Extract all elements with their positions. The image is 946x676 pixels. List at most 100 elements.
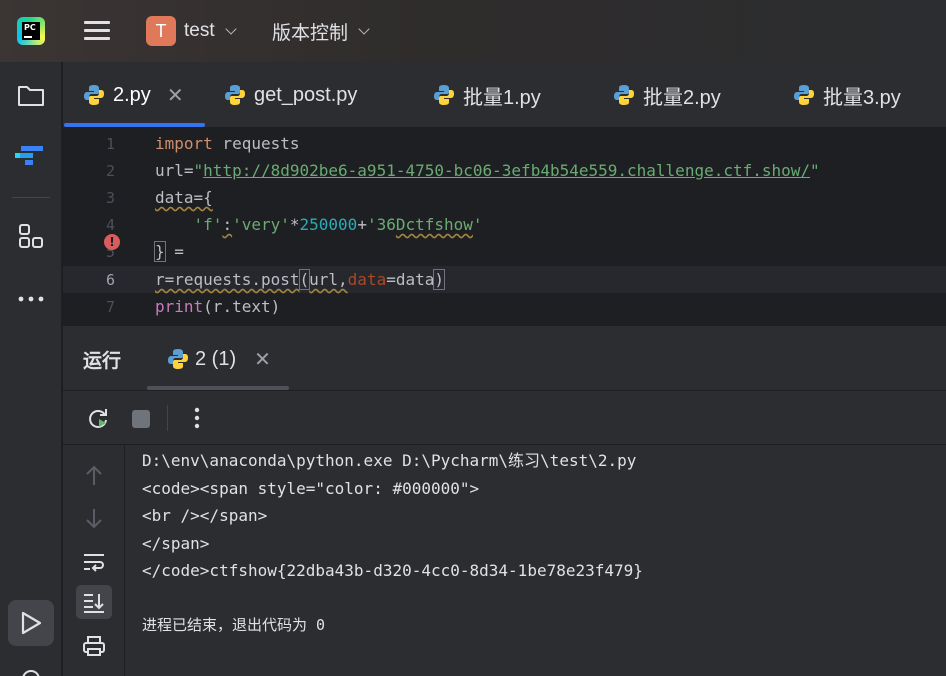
stop-button[interactable] xyxy=(129,407,153,431)
more-options-button[interactable] xyxy=(185,405,209,431)
console-line: <br /></span> xyxy=(142,506,268,525)
close-icon[interactable]: ✕ xyxy=(167,83,184,108)
grid-icon xyxy=(19,224,43,248)
tab-batch-3-py[interactable]: 批量3.py xyxy=(793,62,901,128)
plugins-tool-button[interactable] xyxy=(10,215,52,257)
jetbrains-tool-button[interactable] xyxy=(10,134,52,176)
main-menu-button[interactable] xyxy=(84,19,110,41)
line-number: 3 xyxy=(105,189,115,207)
code-line-1: import requests xyxy=(155,130,300,157)
project-selector[interactable]: T test xyxy=(146,16,237,46)
down-button[interactable] xyxy=(81,505,107,531)
more-tools-button[interactable] xyxy=(10,278,52,320)
tool-window-bar xyxy=(0,62,62,676)
active-tab-indicator xyxy=(64,123,205,127)
code-token: ' xyxy=(472,215,483,234)
code-token: url= xyxy=(155,161,194,180)
up-button[interactable] xyxy=(81,463,107,489)
down-arrow-icon xyxy=(86,509,102,529)
python-icon xyxy=(168,349,188,369)
tab-label: 批量3.py xyxy=(823,86,901,109)
tab-label: get_post.py xyxy=(254,83,358,106)
print-button[interactable] xyxy=(79,631,109,661)
line-number-current: 6 xyxy=(105,271,115,289)
more-vertical-icon xyxy=(194,407,200,429)
structure-icon xyxy=(15,146,43,165)
code-token: " xyxy=(193,161,204,180)
console-exit-line: 进程已结束，退出代码为 0 xyxy=(142,616,326,634)
code-token: r=requests.post xyxy=(155,270,300,289)
run-tool-button[interactable] xyxy=(8,600,54,646)
chevron-down-icon xyxy=(224,22,237,35)
code-token: } xyxy=(154,241,166,262)
close-icon[interactable]: ✕ xyxy=(254,347,271,372)
tab-get-post-py[interactable]: get_post.py xyxy=(224,62,357,128)
code-editor[interactable]: 1 2 3 4 5 6 7 import requests url="http:… xyxy=(63,128,946,325)
run-tab-label: 2 (1) xyxy=(195,347,237,370)
code-token: (r.text) xyxy=(203,297,281,316)
editor-tabs: 2.py ✕ get_post.py 批量1.py 批量2.py 批量3.py xyxy=(63,62,946,128)
up-arrow-icon xyxy=(86,465,102,485)
python-icon xyxy=(794,85,814,105)
tab-batch-1-py[interactable]: 批量1.py xyxy=(433,62,541,128)
code-token: print xyxy=(155,297,204,316)
code-line-2: url="http://8d902be6-a951-4750-bc06-3efb… xyxy=(155,157,820,184)
python-icon xyxy=(84,85,104,105)
scroll-to-end-icon xyxy=(84,594,104,613)
code-line-6: r=requests.post(url,data=data) xyxy=(155,266,445,293)
python-icon xyxy=(225,85,245,105)
code-line-3: data={ xyxy=(155,184,213,211)
line-number: 7 xyxy=(105,298,115,316)
code-token: url, xyxy=(309,270,348,289)
code-token: * xyxy=(289,215,300,234)
line-number: 2 xyxy=(105,162,115,180)
code-token: = xyxy=(164,242,184,261)
soft-wrap-button[interactable] xyxy=(79,547,109,577)
vcs-label: 版本控制 xyxy=(272,22,349,44)
code-token: 'f' xyxy=(193,215,223,234)
tab-label: 2.py xyxy=(113,83,151,106)
project-avatar: T xyxy=(146,16,176,46)
tab-2-py[interactable]: 2.py ✕ xyxy=(83,62,184,128)
line-number: 1 xyxy=(105,135,115,153)
stop-icon xyxy=(132,410,150,428)
code-line-5: } = xyxy=(154,238,184,265)
folder-icon xyxy=(18,86,44,106)
python-icon xyxy=(434,85,454,105)
rerun-icon xyxy=(89,409,107,428)
error-marker-icon[interactable]: ! xyxy=(104,234,120,250)
code-token: ( xyxy=(298,269,311,290)
code-token: import xyxy=(155,134,213,153)
pycharm-logo-icon[interactable]: PC xyxy=(17,17,45,45)
code-token: =data xyxy=(386,270,435,289)
code-token: data xyxy=(347,270,387,289)
toolbar-separator xyxy=(167,405,168,431)
line-number: 4 xyxy=(105,216,115,234)
run-tab[interactable]: 2 (1) ✕ xyxy=(167,326,271,392)
project-tool-button[interactable] xyxy=(10,74,52,116)
console-line: D:\env\anaconda\python.exe D:\Pycharm\练习… xyxy=(142,451,637,470)
code-line-7: print(r.text) xyxy=(155,293,280,320)
rerun-button[interactable] xyxy=(85,405,111,431)
code-token: ) xyxy=(433,269,445,290)
run-toolbar xyxy=(63,391,946,445)
terminal-icon[interactable] xyxy=(22,670,40,676)
code-url-link[interactable]: http://8d902be6-a951-4750-bc06-3efb4b54e… xyxy=(203,161,810,180)
code-token: 250000 xyxy=(299,215,358,234)
code-line-4: 'f':'very'*250000+'36Dctfshow' xyxy=(155,211,483,238)
code-token: '36 xyxy=(366,215,396,234)
scroll-to-end-button[interactable] xyxy=(76,585,112,619)
console-output[interactable]: D:\env\anaconda\python.exe D:\Pycharm\练习… xyxy=(125,445,946,676)
run-title: 运行 xyxy=(83,351,122,372)
vcs-selector[interactable]: 版本控制 xyxy=(272,16,370,46)
code-token: Dctfshow xyxy=(395,215,473,234)
run-side-toolbar xyxy=(63,445,125,676)
console-line: </span> xyxy=(142,534,210,553)
code-token: " xyxy=(810,161,820,180)
soft-wrap-icon xyxy=(84,554,104,572)
tab-batch-2-py[interactable]: 批量2.py xyxy=(613,62,721,128)
more-horizontal-icon xyxy=(18,296,44,302)
code-token: 'very' xyxy=(232,215,290,234)
code-token: requests xyxy=(212,134,300,153)
